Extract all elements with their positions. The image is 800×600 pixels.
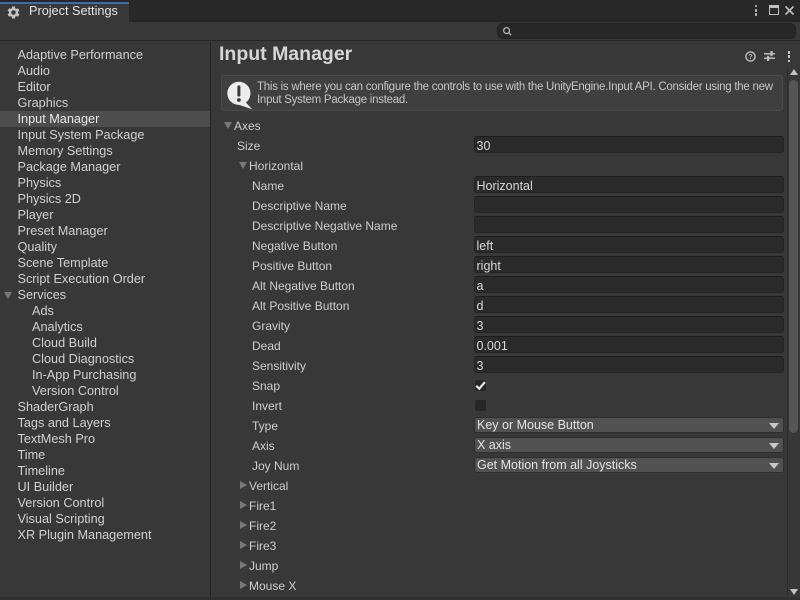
svg-text:?: ? [748, 54, 752, 61]
